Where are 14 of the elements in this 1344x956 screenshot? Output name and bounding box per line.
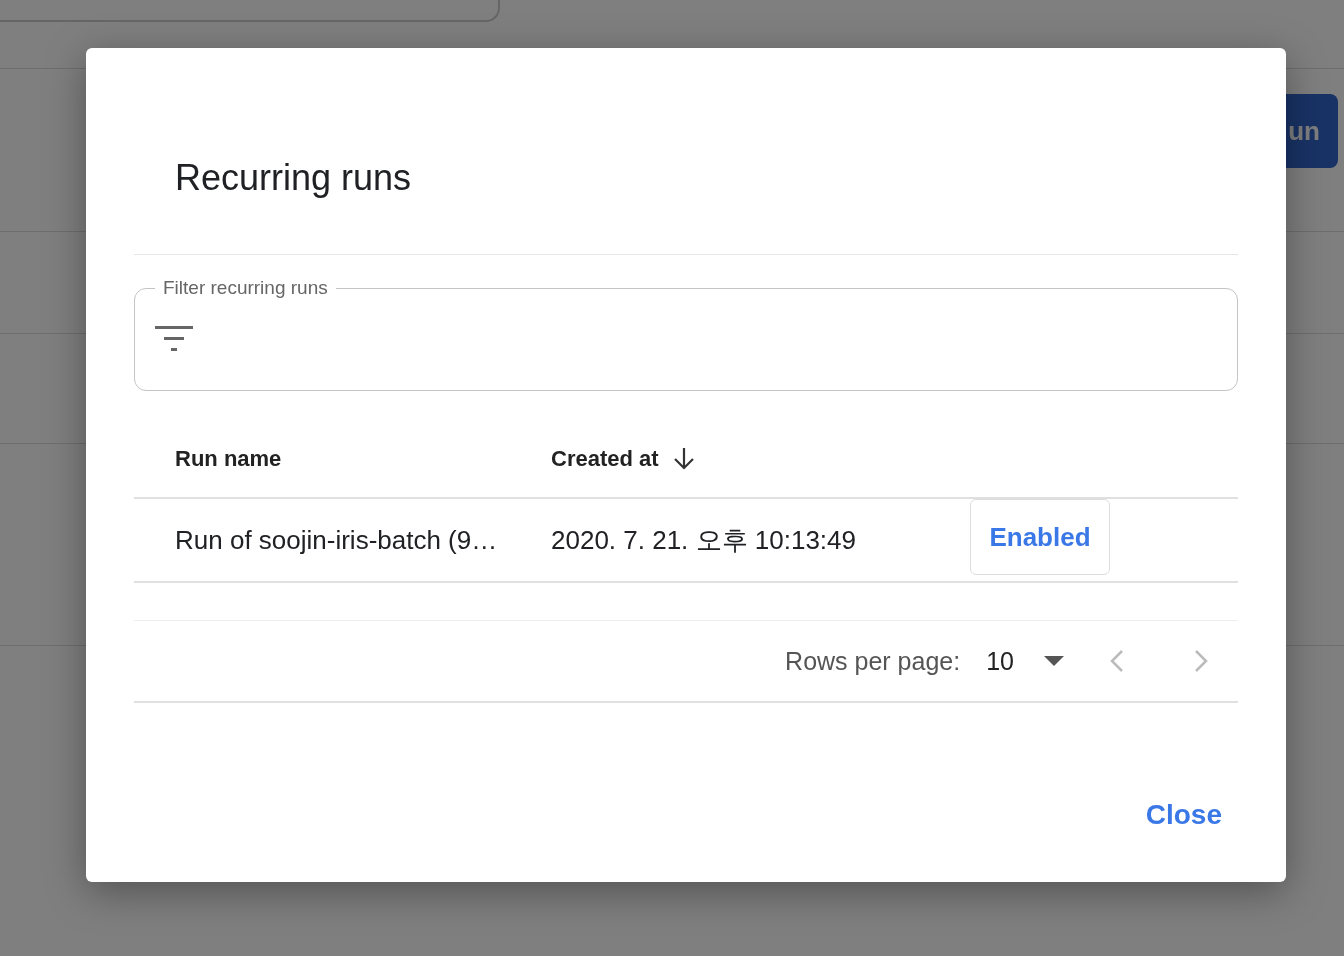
column-header[interactable]: Created at [551, 445, 695, 472]
column-header[interactable]: Run name [175, 445, 282, 472]
filter-icon [155, 326, 193, 352]
rows-per-page-label: Rows per page: [785, 646, 961, 676]
filter-label: Filter recurring runs [162, 277, 329, 299]
next-page-icon[interactable] [1194, 649, 1208, 673]
rows-per-page-value[interactable]: 10 [986, 646, 1014, 676]
dialog-title: Recurring runs [175, 158, 413, 198]
table-cell: Run of soojin-iris-batch (9… [175, 524, 498, 555]
close-button[interactable]: Close [1145, 799, 1222, 831]
table-cell: 2020. 7. 21. 오후 10:13:49 [551, 524, 856, 555]
previous-page-icon[interactable] [1110, 649, 1124, 673]
dropdown-caret-icon[interactable] [1044, 656, 1064, 666]
status-button[interactable]: Enabled [970, 499, 1110, 575]
